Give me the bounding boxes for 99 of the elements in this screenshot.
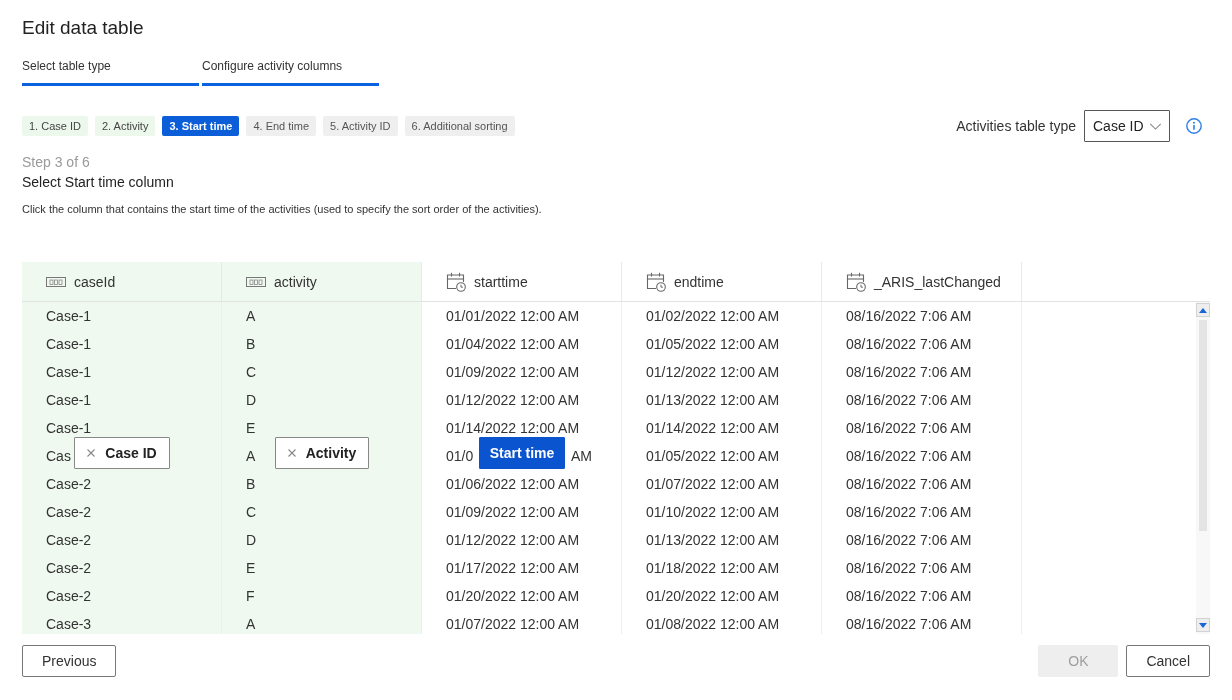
table-cell: Case-1 (46, 392, 92, 408)
table-cell: Case-2 (46, 560, 92, 576)
chevron-down-icon (1149, 122, 1162, 130)
table-cell: 08/16/2022 7:06 AM (846, 504, 972, 520)
table-cell: Case-2 (46, 476, 92, 492)
table-cell: A (246, 448, 256, 464)
table-cell: 08/16/2022 7:06 AM (846, 392, 972, 408)
table-cell: 01/12/2022 12:00 AM (446, 392, 580, 408)
table-cell: 01/07/2022 12:00 AM (646, 476, 780, 492)
table-cell: 01/10/2022 12:00 AM (646, 504, 780, 520)
table-cell: AM (571, 448, 592, 464)
table-cell: 08/16/2022 7:06 AM (846, 560, 972, 576)
table-cell: B (246, 476, 256, 492)
table-cell: 08/16/2022 7:06 AM (846, 616, 972, 632)
table-cell: Cas (46, 448, 71, 464)
table-cell: 01/14/2022 12:00 AM (446, 420, 580, 436)
table-cell: 01/12/2022 12:00 AM (446, 532, 580, 548)
table-cell: Case-1 (46, 308, 92, 324)
text-type-icon (246, 276, 266, 287)
column-header[interactable]: caseId (22, 262, 222, 301)
column-mapping-tag[interactable]: Start time (478, 437, 566, 469)
table-cell: 01/02/2022 12:00 AM (646, 308, 780, 324)
table-cell: D (246, 532, 257, 548)
table-cell: 01/17/2022 12:00 AM (446, 560, 580, 576)
scroll-down-button[interactable] (1196, 618, 1210, 632)
column-header[interactable]: starttime (422, 262, 622, 301)
wizard-tab[interactable]: Select table type (22, 58, 199, 86)
table-cell: 08/16/2022 7:06 AM (846, 476, 972, 492)
table-cell: 01/08/2022 12:00 AM (646, 616, 780, 632)
table-cell: Case-2 (46, 588, 92, 604)
table-cell: 08/16/2022 7:06 AM (846, 448, 972, 464)
column-mapping-tag[interactable]: Activity (274, 437, 370, 469)
table-cell: 01/05/2022 12:00 AM (646, 448, 780, 464)
step-chip[interactable]: 4. End time (246, 116, 317, 136)
table-cell: Case-2 (46, 532, 92, 548)
triangle-up-icon (1199, 307, 1207, 313)
table-cell: 01/14/2022 12:00 AM (646, 420, 780, 436)
table-cell: 01/09/2022 12:00 AM (446, 504, 580, 520)
table-cell: 01/06/2022 12:00 AM (446, 476, 580, 492)
table-type-label: Activities table type (956, 118, 1076, 134)
table-cell: Case-1 (46, 336, 92, 352)
dialog-button[interactable]: Cancel (1126, 645, 1210, 677)
step-heading: Select Start time column (22, 174, 175, 190)
info-icon[interactable] (1186, 118, 1202, 134)
scrollbar[interactable] (1196, 302, 1210, 634)
text-type-icon (46, 276, 66, 287)
table-cell: E (246, 560, 256, 576)
table-cell: 01/07/2022 12:00 AM (446, 616, 580, 632)
scroll-up-button[interactable] (1196, 303, 1210, 317)
step-description: Click the column that contains the start time of the activities (used to specify the sort order of the activities). (22, 202, 543, 217)
table-cell: Case-1 (46, 364, 92, 380)
step-chip[interactable]: 3. Start time (162, 116, 240, 136)
table-cell: 01/13/2022 12:00 AM (646, 392, 780, 408)
step-chip[interactable]: 1. Case ID (22, 116, 88, 136)
dialog-title: Edit data table (22, 16, 145, 40)
table-cell: Case-1 (46, 420, 92, 436)
table-cell: 01/18/2022 12:00 AM (646, 560, 780, 576)
close-icon[interactable] (87, 449, 96, 457)
table-cell: F (246, 588, 255, 604)
table-cell: A (246, 308, 256, 324)
table-cell: D (246, 392, 257, 408)
table-cell: B (246, 336, 256, 352)
calendar-clock-icon (446, 271, 466, 292)
calendar-clock-icon (846, 271, 866, 292)
table-cell: C (246, 364, 257, 380)
wizard-tab[interactable]: Configure activity columns (202, 58, 379, 86)
table-cell: 08/16/2022 7:06 AM (846, 532, 972, 548)
calendar-clock-icon (646, 271, 666, 292)
column-header[interactable]: endtime (622, 262, 822, 301)
table-type-dropdown[interactable]: Case ID (1084, 110, 1170, 142)
table-cell: C (246, 504, 257, 520)
table-cell: A (246, 616, 256, 632)
table-cell: 01/05/2022 12:00 AM (646, 336, 780, 352)
table-cell: 01/01/2022 12:00 AM (446, 308, 580, 324)
table-cell: 01/20/2022 12:00 AM (646, 588, 780, 604)
table-cell: 01/0 (446, 448, 474, 464)
step-chip[interactable]: 6. Additional sorting (404, 116, 515, 136)
table-cell: 08/16/2022 7:06 AM (846, 308, 972, 324)
step-counter: Step 3 of 6 (22, 154, 91, 170)
table-cell: 08/16/2022 7:06 AM (846, 336, 972, 352)
step-chip[interactable]: 5. Activity ID (323, 116, 398, 136)
step-chip[interactable]: 2. Activity (94, 116, 156, 136)
table-cell: E (246, 420, 256, 436)
column-header[interactable]: activity (222, 262, 422, 301)
table-cell: Case-2 (46, 504, 92, 520)
table-cell: 08/16/2022 7:06 AM (846, 364, 972, 380)
table-cell: Case-3 (46, 616, 92, 632)
table-cell: 01/09/2022 12:00 AM (446, 364, 580, 380)
column-header[interactable]: _ARIS_lastChanged (822, 262, 1022, 301)
previous-button[interactable]: Previous (22, 645, 117, 677)
table-cell: 01/20/2022 12:00 AM (446, 588, 580, 604)
triangle-down-icon (1199, 622, 1207, 628)
close-icon[interactable] (287, 449, 296, 457)
table-cell: 01/04/2022 12:00 AM (446, 336, 580, 352)
table-cell: 08/16/2022 7:06 AM (846, 420, 972, 436)
table-cell: 01/13/2022 12:00 AM (646, 532, 780, 548)
table-cell: 01/12/2022 12:00 AM (646, 364, 780, 380)
table-cell: 08/16/2022 7:06 AM (846, 588, 972, 604)
column-mapping-tag[interactable]: Case ID (74, 437, 170, 469)
